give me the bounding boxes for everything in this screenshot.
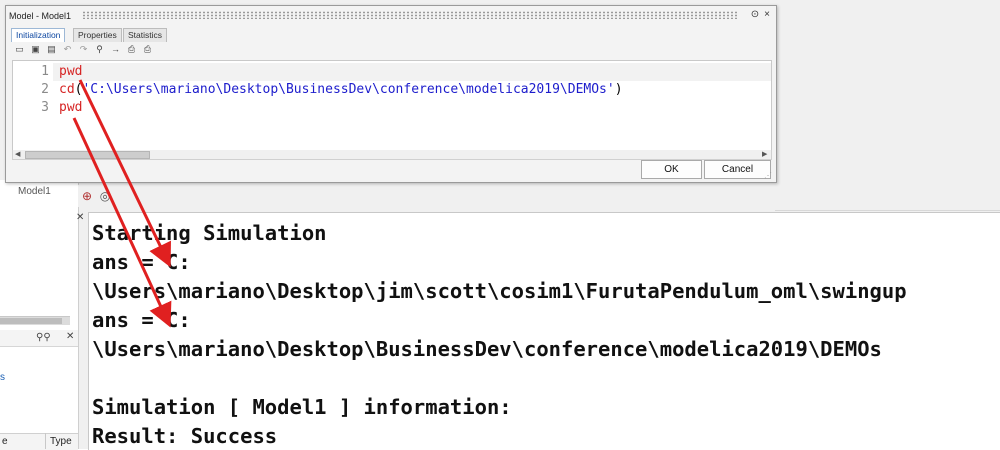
zoom-fit-icon[interactable]: ◎ <box>98 189 112 203</box>
goto-icon[interactable]: → <box>110 44 121 55</box>
model-dialog: Model - Model1 ⊙ × Initialization Proper… <box>5 5 777 183</box>
title-grip[interactable] <box>82 11 737 19</box>
console-line: ans = C: <box>92 250 191 274</box>
scrollbar-thumb[interactable] <box>25 151 150 159</box>
dialog-title-bar[interactable]: Model - Model1 ⊙ × <box>6 6 776 26</box>
print-icon[interactable]: ⎙ <box>142 44 153 55</box>
background-panel <box>775 0 1000 211</box>
column-header-type[interactable]: Type <box>50 436 72 447</box>
scroll-left-icon[interactable]: ◀ <box>15 150 20 158</box>
code-string: 'C:\Users\mariano\Desktop\BusinessDev\co… <box>82 82 615 97</box>
undo-icon[interactable]: ↶ <box>62 44 73 55</box>
resize-grip-icon[interactable]: ⋰ <box>764 171 772 180</box>
code-paren: ) <box>614 82 623 97</box>
line-number: 1 <box>41 64 49 79</box>
tab-statistics[interactable]: Statistics <box>123 28 168 42</box>
code-line: pwd <box>59 63 82 81</box>
code-line: pwd <box>59 99 82 117</box>
code-editor[interactable]: 1 2 3 pwd cd('C:\Users\mariano\Desktop\B… <box>12 60 772 152</box>
editor-horizontal-scrollbar[interactable]: ◀ ▶ <box>12 150 772 160</box>
zoom-icon[interactable]: ⊕ <box>80 189 94 203</box>
current-line-highlight <box>53 63 771 81</box>
close-icon[interactable]: × <box>761 9 773 20</box>
open-icon[interactable]: ▭ <box>14 44 25 55</box>
tab-properties[interactable]: Properties <box>73 28 122 42</box>
model-browser-scrollbar[interactable] <box>0 316 70 325</box>
list-item[interactable]: s <box>0 372 5 383</box>
console-line: Simulation [ Model1 ] information: <box>92 395 512 419</box>
cancel-button[interactable]: Cancel <box>704 160 771 179</box>
line-number: 2 <box>41 82 49 97</box>
column-divider[interactable] <box>45 433 46 449</box>
close-icon[interactable]: ✕ <box>66 331 74 342</box>
scroll-right-icon[interactable]: ▶ <box>762 150 767 158</box>
console-line: \Users\mariano\Desktop\jim\scott\cosim1\… <box>92 279 907 303</box>
line-number: 3 <box>41 100 49 115</box>
code-line: cd('C:\Users\mariano\Desktop\BusinessDev… <box>59 81 623 99</box>
console-close-icon[interactable]: ✕ <box>76 212 84 223</box>
code-keyword: pwd <box>59 100 83 115</box>
redo-icon[interactable]: ↷ <box>78 44 89 55</box>
print-preview-icon[interactable]: ⎙ <box>126 44 137 55</box>
code-keyword: pwd <box>59 64 83 79</box>
column-header[interactable]: e <box>2 436 8 447</box>
find-icon[interactable]: ⚲ <box>94 44 105 55</box>
output-console[interactable]: Starting Simulation ans = C: \Users\mari… <box>88 212 1000 450</box>
dialog-title: Model - Model1 <box>9 11 72 21</box>
ok-button[interactable]: OK <box>641 160 702 179</box>
binoculars-icon[interactable]: ⚲⚲ <box>36 332 51 343</box>
model-browser-item[interactable]: Model1 <box>18 186 51 197</box>
tab-initialization[interactable]: Initialization <box>11 28 66 42</box>
scrollbar-thumb[interactable] <box>0 318 62 324</box>
save-as-icon[interactable]: ▤ <box>46 44 57 55</box>
console-line: Starting Simulation <box>92 221 327 245</box>
console-line: Result: Success <box>92 424 278 448</box>
save-icon[interactable]: ▣ <box>30 44 41 55</box>
code-keyword: cd <box>59 82 75 97</box>
model-browser-panel <box>0 180 79 449</box>
help-icon[interactable]: ⊙ <box>749 9 761 20</box>
console-line: \Users\mariano\Desktop\BusinessDev\confe… <box>92 337 882 361</box>
editor-toolbar: ▭ ▣ ▤ ↶ ↷ ⚲ → ⎙ ⎙ <box>11 44 771 58</box>
console-line: ans = C: <box>92 308 191 332</box>
console-toolbar <box>78 185 1000 207</box>
